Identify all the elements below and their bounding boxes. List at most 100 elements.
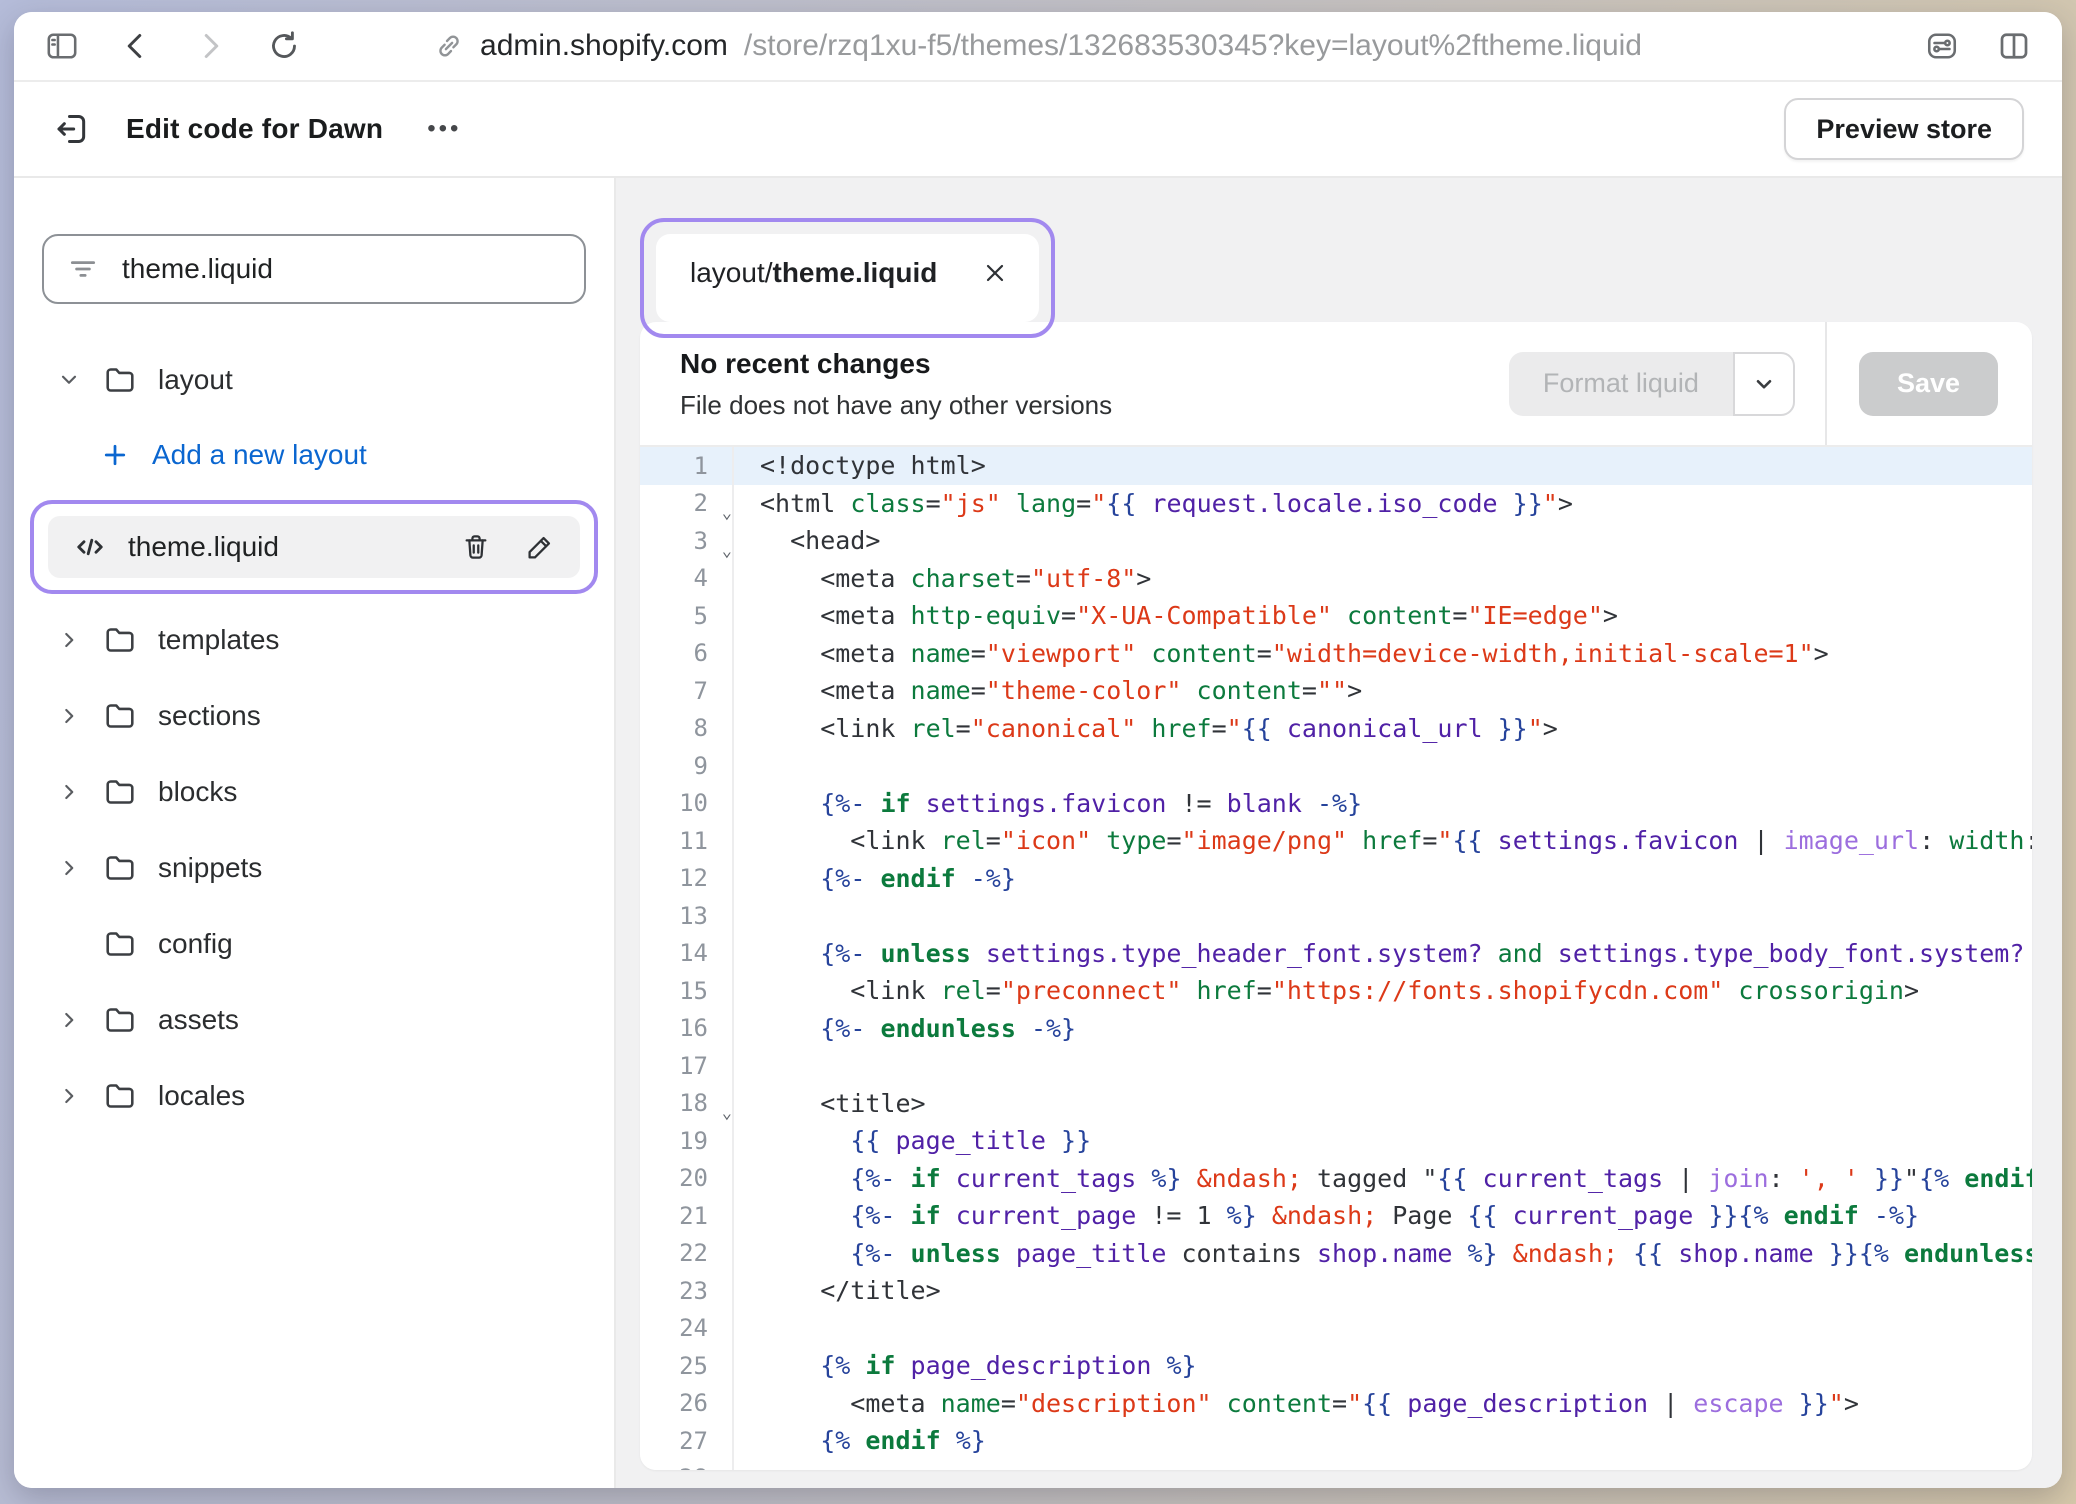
fold-chevron-icon[interactable]: ⌄ bbox=[722, 505, 732, 522]
code-line: 9 bbox=[640, 747, 2032, 785]
code-text: <link rel="canonical" href="{{ canonical… bbox=[734, 714, 1558, 743]
code-line: 12 {%- endif -%} bbox=[640, 860, 2032, 898]
sidebar-item-blocks[interactable]: blocks bbox=[14, 754, 614, 830]
folder-icon bbox=[102, 1078, 138, 1114]
code-line: 6 <meta name="viewport" content="width=d… bbox=[640, 635, 2032, 673]
code-line: 22 {%- unless page_title contains shop.n… bbox=[640, 1235, 2032, 1273]
sidebar-item-layout[interactable]: layout bbox=[14, 342, 614, 418]
sidebar-item-templates[interactable]: templates bbox=[14, 602, 614, 678]
folder-label: templates bbox=[158, 624, 279, 656]
more-options-icon[interactable]: ••• bbox=[417, 109, 471, 149]
folder-icon bbox=[102, 362, 138, 398]
version-header: No recent changes File does not have any… bbox=[640, 322, 2032, 447]
tab-label: layout/theme.liquid bbox=[690, 257, 937, 289]
sidebar-item-sections[interactable]: sections bbox=[14, 678, 614, 754]
code-text: {% if page_description %} bbox=[734, 1351, 1197, 1380]
code-text: <link rel="icon" type="image/png" href="… bbox=[734, 826, 2032, 855]
code-text: <html class="js" lang="{{ request.locale… bbox=[734, 489, 1573, 518]
reload-icon[interactable] bbox=[266, 28, 302, 64]
delete-file-icon[interactable] bbox=[460, 531, 492, 563]
code-text: {%- unless page_title contains shop.name… bbox=[734, 1239, 2032, 1268]
line-number: 21 bbox=[640, 1197, 734, 1235]
chevron-right-icon[interactable] bbox=[56, 855, 82, 881]
forward-icon[interactable] bbox=[192, 28, 228, 64]
code-line: 18⌄ <title> bbox=[640, 1085, 2032, 1123]
code-line: 3⌄ <head> bbox=[640, 522, 2032, 560]
chevron-right-icon[interactable] bbox=[56, 1083, 82, 1109]
line-number: 23 bbox=[640, 1272, 734, 1310]
selected-file-annotation-ring: theme.liquid bbox=[30, 500, 598, 594]
chevron-spacer bbox=[56, 931, 82, 957]
code-line: 4 <meta charset="utf-8"> bbox=[640, 560, 2032, 598]
code-line: 24 bbox=[640, 1310, 2032, 1348]
code-text: {% endif %} bbox=[734, 1426, 986, 1455]
code-line: 15 <link rel="preconnect" href="https://… bbox=[640, 972, 2032, 1010]
back-icon[interactable] bbox=[118, 28, 154, 64]
sidebar-item-locales[interactable]: locales bbox=[14, 1058, 614, 1134]
code-file-icon bbox=[72, 529, 108, 565]
code-text: <meta charset="utf-8"> bbox=[734, 564, 1151, 593]
folder-icon bbox=[102, 926, 138, 962]
code-line: 5 <meta http-equiv="X-UA-Compatible" con… bbox=[640, 597, 2032, 635]
page-settings-icon[interactable] bbox=[1924, 28, 1960, 64]
code-line: 10 {%- if settings.favicon != blank -%} bbox=[640, 785, 2032, 823]
code-line: 26 <meta name="description" content="{{ … bbox=[640, 1385, 2032, 1423]
filter-icon bbox=[66, 252, 100, 286]
folder-label: snippets bbox=[158, 852, 262, 884]
line-number: 27 bbox=[640, 1422, 734, 1460]
code-editor[interactable]: 1<!doctype html>2⌄<html class="js" lang=… bbox=[640, 447, 2032, 1470]
line-number: 15 bbox=[640, 972, 734, 1010]
code-line: 8 <link rel="canonical" href="{{ canonic… bbox=[640, 710, 2032, 748]
rename-file-icon[interactable] bbox=[524, 531, 556, 563]
line-number: 22 bbox=[640, 1235, 734, 1273]
sidebar-toggle-icon[interactable] bbox=[44, 28, 80, 64]
plus-icon bbox=[100, 440, 130, 470]
format-liquid-button[interactable]: Format liquid bbox=[1509, 352, 1733, 416]
line-number: 11 bbox=[640, 822, 734, 860]
folder-label: locales bbox=[158, 1080, 245, 1112]
exit-icon[interactable] bbox=[52, 109, 92, 149]
format-dropdown-button[interactable] bbox=[1733, 352, 1795, 416]
code-text: <meta name="viewport" content="width=dev… bbox=[734, 639, 1829, 668]
code-text: {%- if settings.favicon != blank -%} bbox=[734, 789, 1362, 818]
editor-content: layout/theme.liquid No recent changes Fi… bbox=[616, 178, 2062, 1488]
sidebar-item-snippets[interactable]: snippets bbox=[14, 830, 614, 906]
tab-theme-liquid[interactable]: layout/theme.liquid bbox=[656, 234, 1039, 322]
line-number: 7 bbox=[640, 672, 734, 710]
browser-window: admin.shopify.com/store/rzq1xu-f5/themes… bbox=[14, 12, 2062, 1488]
page-title: Edit code for Dawn bbox=[126, 113, 383, 145]
preview-store-button[interactable]: Preview store bbox=[1784, 98, 2024, 160]
add-layout-label: Add a new layout bbox=[152, 439, 367, 471]
fold-chevron-icon[interactable]: ⌄ bbox=[722, 543, 732, 560]
add-new-layout-button[interactable]: Add a new layout bbox=[14, 418, 614, 492]
code-line: 11 <link rel="icon" type="image/png" hre… bbox=[640, 822, 2032, 860]
line-number: 6 bbox=[640, 635, 734, 673]
code-line: 14 {%- unless settings.type_header_font.… bbox=[640, 935, 2032, 973]
code-line: 23 </title> bbox=[640, 1272, 2032, 1310]
chevron-right-icon[interactable] bbox=[56, 627, 82, 653]
sidebar-item-theme-liquid[interactable]: theme.liquid bbox=[48, 516, 580, 578]
file-tree: layout Add a new layout theme.liquid templa… bbox=[14, 342, 614, 1134]
code-text: {%- if current_tags %} &ndash; tagged "{… bbox=[734, 1164, 2032, 1193]
line-number: 10 bbox=[640, 785, 734, 823]
folder-icon bbox=[102, 1002, 138, 1038]
sidebar-item-assets[interactable]: assets bbox=[14, 982, 614, 1058]
fold-chevron-icon[interactable]: ⌄ bbox=[722, 1105, 732, 1122]
chevron-down-icon[interactable] bbox=[56, 367, 82, 393]
split-view-icon[interactable] bbox=[1996, 28, 2032, 64]
search-input[interactable] bbox=[120, 252, 562, 286]
file-search[interactable] bbox=[42, 234, 586, 304]
line-number: 24 bbox=[640, 1310, 734, 1348]
file-sidebar: layout Add a new layout theme.liquid templa… bbox=[14, 178, 616, 1488]
close-icon[interactable] bbox=[981, 259, 1009, 287]
save-button[interactable]: Save bbox=[1859, 352, 1998, 416]
chevron-right-icon[interactable] bbox=[56, 703, 82, 729]
sidebar-item-config[interactable]: config bbox=[14, 906, 614, 982]
code-text: <meta name="description" content="{{ pag… bbox=[734, 1389, 1859, 1418]
line-number: 28 bbox=[640, 1460, 734, 1471]
chevron-right-icon[interactable] bbox=[56, 1007, 82, 1033]
code-line: 1<!doctype html> bbox=[640, 447, 2032, 485]
file-label: theme.liquid bbox=[128, 531, 279, 563]
address-bar[interactable]: admin.shopify.com/store/rzq1xu-f5/themes… bbox=[434, 29, 1642, 63]
chevron-right-icon[interactable] bbox=[56, 779, 82, 805]
